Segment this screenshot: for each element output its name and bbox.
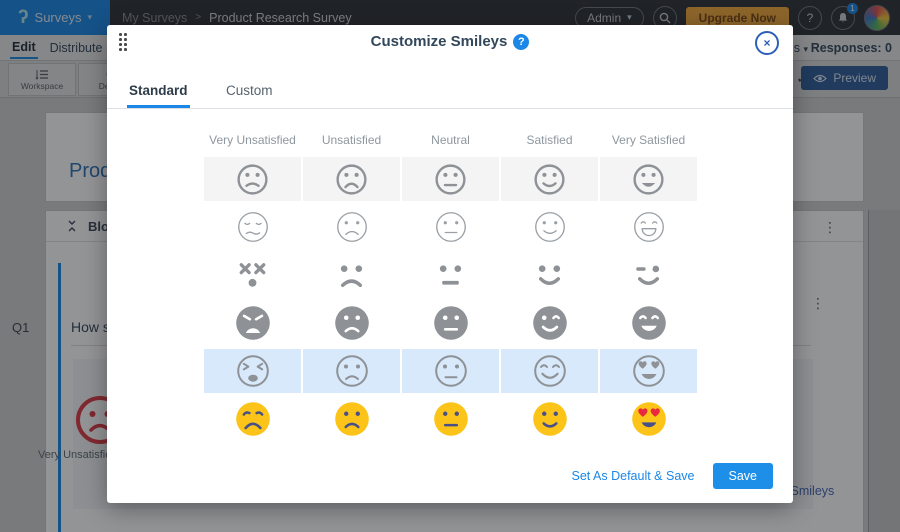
smiley-column-headers: Very UnsatisfiedUnsatisfiedNeutralSatisf… bbox=[204, 133, 698, 147]
smiley-cell-glyph-4[interactable] bbox=[600, 253, 697, 297]
smiley-column-label: Very Satisfied bbox=[600, 133, 697, 147]
tab-standard[interactable]: Standard bbox=[127, 75, 190, 108]
smiley-outline-thin-icon bbox=[234, 208, 272, 246]
smiley-outline-thin-icon bbox=[630, 208, 668, 246]
drag-handle-icon[interactable] bbox=[119, 33, 127, 51]
smiley-column-label: Neutral bbox=[402, 133, 499, 147]
modal-tab-bar: Standard Custom bbox=[107, 75, 793, 109]
smiley-glyph-icon bbox=[530, 256, 569, 295]
smiley-glyph-icon bbox=[629, 256, 668, 295]
smiley-style-row-sketch bbox=[204, 349, 698, 393]
smiley-column-label: Unsatisfied bbox=[303, 133, 400, 147]
modal-help-icon[interactable]: ? bbox=[513, 34, 529, 50]
smiley-outline-bold-icon bbox=[333, 161, 370, 198]
smiley-cell-solid-1[interactable] bbox=[303, 301, 400, 345]
save-button[interactable]: Save bbox=[713, 463, 774, 489]
smiley-emoji-icon bbox=[529, 398, 571, 440]
smiley-style-row-solid bbox=[204, 301, 698, 345]
smiley-cell-sketch-2[interactable] bbox=[402, 349, 499, 393]
set-default-save-link[interactable]: Set As Default & Save bbox=[572, 469, 695, 483]
modal-footer: Set As Default & Save Save bbox=[572, 463, 774, 489]
smiley-cell-sketch-1[interactable] bbox=[303, 349, 400, 393]
smiley-style-row-outline-thin bbox=[204, 205, 698, 249]
smiley-cell-sketch-0[interactable] bbox=[204, 349, 301, 393]
smiley-style-row-emoji bbox=[204, 397, 698, 441]
smiley-grid: Very UnsatisfiedUnsatisfiedNeutralSatisf… bbox=[204, 133, 698, 441]
smiley-glyph-icon bbox=[431, 256, 470, 295]
close-icon[interactable]: × bbox=[755, 31, 779, 55]
smiley-sketch-icon bbox=[530, 351, 570, 391]
smiley-cell-sketch-4[interactable] bbox=[600, 349, 697, 393]
smiley-glyph-icon bbox=[233, 256, 272, 295]
smiley-outline-bold-icon bbox=[432, 161, 469, 198]
smiley-solid-icon bbox=[628, 302, 670, 344]
smiley-solid-icon bbox=[232, 302, 274, 344]
smiley-emoji-icon bbox=[331, 398, 373, 440]
smiley-solid-icon bbox=[331, 302, 373, 344]
smiley-outline-bold-icon bbox=[234, 161, 271, 198]
smiley-cell-outline-thin-3[interactable] bbox=[501, 205, 598, 249]
smiley-cell-emoji-3[interactable] bbox=[501, 397, 598, 441]
modal-title: Customize Smileys ? bbox=[107, 33, 793, 50]
smiley-cell-emoji-1[interactable] bbox=[303, 397, 400, 441]
smiley-sketch-icon bbox=[629, 351, 669, 391]
tab-custom[interactable]: Custom bbox=[224, 75, 275, 105]
smiley-cell-solid-2[interactable] bbox=[402, 301, 499, 345]
smiley-cell-outline-bold-0[interactable] bbox=[204, 157, 301, 201]
smiley-cell-glyph-3[interactable] bbox=[501, 253, 598, 297]
smiley-outline-thin-icon bbox=[432, 208, 470, 246]
smiley-sketch-icon bbox=[233, 351, 273, 391]
smiley-solid-icon bbox=[529, 302, 571, 344]
smiley-column-label: Very Unsatisfied bbox=[204, 133, 301, 147]
customize-smileys-modal: Customize Smileys ? × Standard Custom Ve… bbox=[107, 25, 793, 503]
smiley-cell-emoji-4[interactable] bbox=[600, 397, 697, 441]
smiley-cell-outline-thin-0[interactable] bbox=[204, 205, 301, 249]
smiley-row-list bbox=[204, 157, 698, 441]
smiley-sketch-icon bbox=[431, 351, 471, 391]
smiley-emoji-icon bbox=[232, 398, 274, 440]
smiley-cell-outline-bold-4[interactable] bbox=[600, 157, 697, 201]
smiley-outline-bold-icon bbox=[630, 161, 667, 198]
smiley-style-row-glyph bbox=[204, 253, 698, 297]
smiley-cell-solid-3[interactable] bbox=[501, 301, 598, 345]
smiley-sketch-icon bbox=[332, 351, 372, 391]
smiley-cell-glyph-0[interactable] bbox=[204, 253, 301, 297]
smiley-cell-outline-thin-4[interactable] bbox=[600, 205, 697, 249]
app-window: ʔ Surveys ▾ My Surveys > Product Researc… bbox=[0, 0, 900, 532]
smiley-cell-outline-thin-2[interactable] bbox=[402, 205, 499, 249]
smiley-column-label: Satisfied bbox=[501, 133, 598, 147]
smiley-emoji-icon bbox=[628, 398, 670, 440]
smiley-cell-solid-4[interactable] bbox=[600, 301, 697, 345]
smiley-cell-outline-bold-2[interactable] bbox=[402, 157, 499, 201]
smiley-solid-icon bbox=[430, 302, 472, 344]
smiley-cell-emoji-2[interactable] bbox=[402, 397, 499, 441]
smiley-cell-outline-bold-1[interactable] bbox=[303, 157, 400, 201]
smiley-cell-glyph-2[interactable] bbox=[402, 253, 499, 297]
modal-header: Customize Smileys ? × bbox=[107, 25, 793, 63]
smiley-cell-solid-0[interactable] bbox=[204, 301, 301, 345]
smiley-emoji-icon bbox=[430, 398, 472, 440]
smiley-cell-emoji-0[interactable] bbox=[204, 397, 301, 441]
smiley-cell-sketch-3[interactable] bbox=[501, 349, 598, 393]
smiley-outline-bold-icon bbox=[531, 161, 568, 198]
modal-title-text: Customize Smileys bbox=[371, 33, 508, 50]
smiley-outline-thin-icon bbox=[333, 208, 371, 246]
smiley-outline-thin-icon bbox=[531, 208, 569, 246]
smiley-cell-glyph-1[interactable] bbox=[303, 253, 400, 297]
smiley-cell-outline-bold-3[interactable] bbox=[501, 157, 598, 201]
smiley-cell-outline-thin-1[interactable] bbox=[303, 205, 400, 249]
smiley-glyph-icon bbox=[332, 256, 371, 295]
smiley-style-row-outline-bold bbox=[204, 157, 698, 201]
